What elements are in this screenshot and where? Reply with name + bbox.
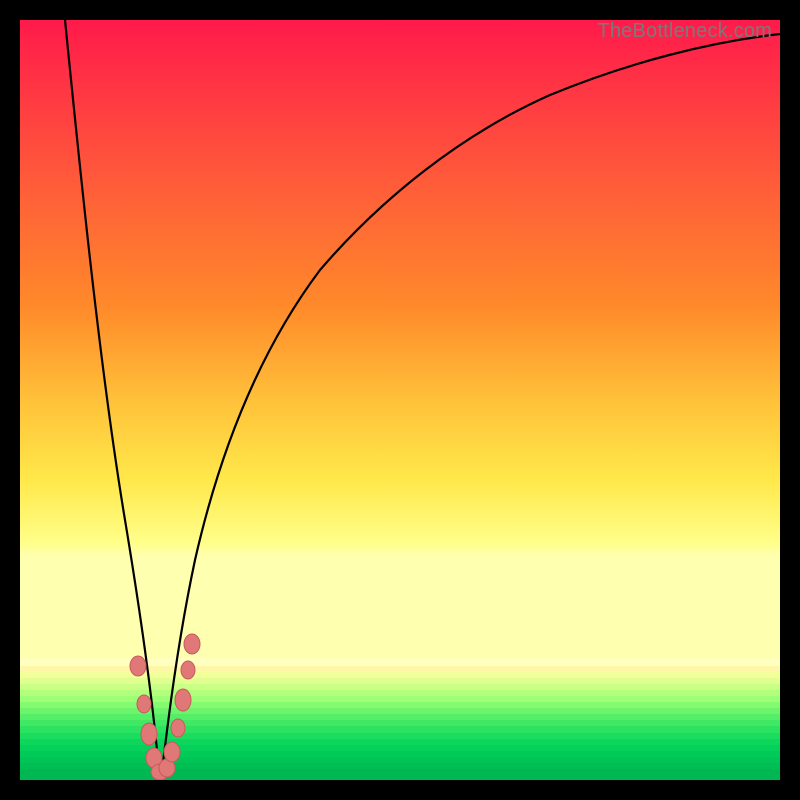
- chart-frame: TheBottleneck.com: [0, 0, 800, 800]
- curve-overlay: [20, 20, 780, 780]
- watermark-text: TheBottleneck.com: [597, 20, 772, 43]
- marker-cluster: [130, 634, 200, 780]
- curve-left-branch: [65, 20, 161, 780]
- plot-area: TheBottleneck.com: [20, 20, 780, 780]
- curve-right-branch: [161, 34, 780, 780]
